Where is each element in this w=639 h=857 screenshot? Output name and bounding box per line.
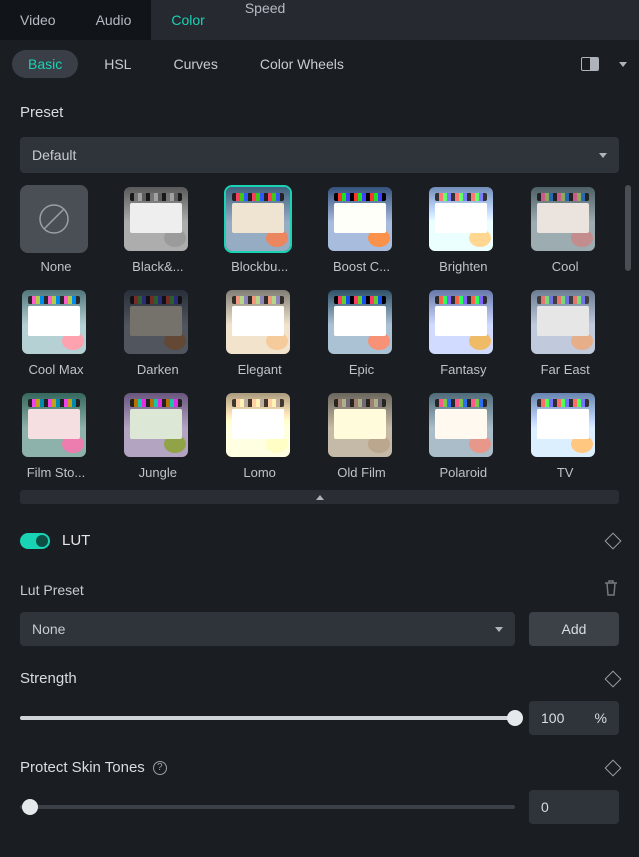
- subtab-basic[interactable]: Basic: [12, 50, 78, 78]
- preset-dropdown[interactable]: Default: [20, 137, 619, 173]
- preset-thumb: [122, 185, 190, 253]
- preset-label: Far East: [529, 362, 601, 377]
- strength-value: 100: [541, 710, 564, 726]
- preset-label: Film Sto...: [20, 465, 92, 480]
- preset-item-darken[interactable]: Darken: [122, 288, 194, 377]
- preset-grid: None Black&... Blockbu... Boost C... Brighte…: [20, 185, 619, 480]
- preset-thumb: [427, 391, 495, 459]
- preset-item-bw[interactable]: Black&...: [122, 185, 194, 274]
- compare-dropdown-icon[interactable]: [619, 62, 627, 67]
- subtab-hsl[interactable]: HSL: [88, 50, 147, 78]
- strength-slider[interactable]: [20, 716, 515, 720]
- preset-label: Cool: [529, 259, 601, 274]
- preset-thumb: [427, 288, 495, 356]
- preset-thumb: [224, 185, 292, 253]
- preset-label: Lomo: [224, 465, 296, 480]
- preset-collapse-bar[interactable]: [20, 490, 619, 504]
- lut-preset-label: Lut Preset: [20, 582, 84, 598]
- preset-label: Blockbu...: [224, 259, 296, 274]
- preset-item-oldfilm[interactable]: Old Film: [326, 391, 398, 480]
- preset-thumb: [529, 391, 597, 459]
- preset-thumb: [326, 185, 394, 253]
- subtab-color-wheels[interactable]: Color Wheels: [244, 50, 360, 78]
- preset-thumb: [224, 391, 292, 459]
- preset-thumb: [529, 288, 597, 356]
- lut-preset-dropdown[interactable]: None: [20, 612, 515, 646]
- preset-thumb: [20, 185, 88, 253]
- preset-thumb: [326, 288, 394, 356]
- top-tabs: Video Audio Color Speed: [0, 0, 639, 40]
- preset-item-elegant[interactable]: Elegant: [224, 288, 296, 377]
- preset-label: Jungle: [122, 465, 194, 480]
- keyframe-icon[interactable]: [605, 670, 622, 687]
- preset-thumb: [122, 391, 190, 459]
- tab-color[interactable]: Color: [151, 0, 224, 40]
- compare-split-icon[interactable]: [581, 57, 599, 71]
- preset-heading: Preset: [0, 88, 639, 129]
- preset-label: Fantasy: [427, 362, 499, 377]
- strength-label: Strength: [20, 670, 77, 687]
- preset-label: Boost C...: [326, 259, 398, 274]
- preset-label: Brighten: [427, 259, 499, 274]
- tab-speed[interactable]: Speed: [225, 0, 639, 16]
- preset-label: Epic: [326, 362, 398, 377]
- tab-audio[interactable]: Audio: [76, 0, 152, 40]
- preset-item-jungle[interactable]: Jungle: [122, 391, 194, 480]
- preset-item-filmstock[interactable]: Film Sto...: [20, 391, 92, 480]
- lut-preset-value: None: [32, 621, 65, 637]
- preset-item-fantasy[interactable]: Fantasy: [427, 288, 499, 377]
- skin-value: 0: [541, 799, 549, 815]
- preset-label: None: [20, 259, 92, 274]
- preset-label: TV: [529, 465, 601, 480]
- preset-item-polaroid[interactable]: Polaroid: [427, 391, 499, 480]
- skin-label: Protect Skin Tones: [20, 759, 145, 776]
- keyframe-icon[interactable]: [605, 759, 622, 776]
- preset-thumb: [20, 288, 88, 356]
- preset-dropdown-value: Default: [32, 147, 76, 163]
- strength-unit: %: [595, 710, 607, 726]
- preset-item-coolmax[interactable]: Cool Max: [20, 288, 92, 377]
- preset-label: Cool Max: [20, 362, 92, 377]
- preset-item-epic[interactable]: Epic: [326, 288, 398, 377]
- skin-value-input[interactable]: 0: [529, 790, 619, 824]
- preset-item-none[interactable]: None: [20, 185, 92, 274]
- preset-label: Elegant: [224, 362, 296, 377]
- keyframe-icon[interactable]: [605, 532, 622, 549]
- trash-icon[interactable]: [603, 579, 619, 600]
- preset-item-blockbuster[interactable]: Blockbu...: [224, 185, 296, 274]
- chevron-down-icon: [599, 153, 607, 158]
- preset-scrollbar[interactable]: [625, 185, 631, 271]
- chevron-down-icon: [495, 627, 503, 632]
- preset-thumb: [20, 391, 88, 459]
- chevron-up-icon: [316, 495, 324, 500]
- lut-header-row: LUT: [0, 504, 639, 567]
- skin-slider[interactable]: [20, 805, 515, 809]
- preset-item-lomo[interactable]: Lomo: [224, 391, 296, 480]
- preset-label: Darken: [122, 362, 194, 377]
- preset-thumb: [224, 288, 292, 356]
- preset-label: Black&...: [122, 259, 194, 274]
- preset-thumb: [122, 288, 190, 356]
- preset-item-boost[interactable]: Boost C...: [326, 185, 398, 274]
- tab-video[interactable]: Video: [0, 0, 76, 40]
- strength-value-input[interactable]: 100 %: [529, 701, 619, 735]
- preset-item-fareast[interactable]: Far East: [529, 288, 601, 377]
- subtab-curves[interactable]: Curves: [157, 50, 233, 78]
- lut-label: LUT: [62, 532, 90, 549]
- preset-label: Old Film: [326, 465, 398, 480]
- tab-spacer: Speed: [225, 0, 639, 40]
- help-icon[interactable]: ?: [153, 761, 167, 775]
- preset-item-brighten[interactable]: Brighten: [427, 185, 499, 274]
- preset-item-cool[interactable]: Cool: [529, 185, 601, 274]
- preset-thumb: [427, 185, 495, 253]
- preset-thumb: [529, 185, 597, 253]
- lut-toggle[interactable]: [20, 533, 50, 549]
- preset-label: Polaroid: [427, 465, 499, 480]
- preset-item-tv[interactable]: TV: [529, 391, 601, 480]
- preset-thumb: [326, 391, 394, 459]
- sub-tabs: Basic HSL Curves Color Wheels: [0, 40, 639, 88]
- lut-add-button[interactable]: Add: [529, 612, 619, 646]
